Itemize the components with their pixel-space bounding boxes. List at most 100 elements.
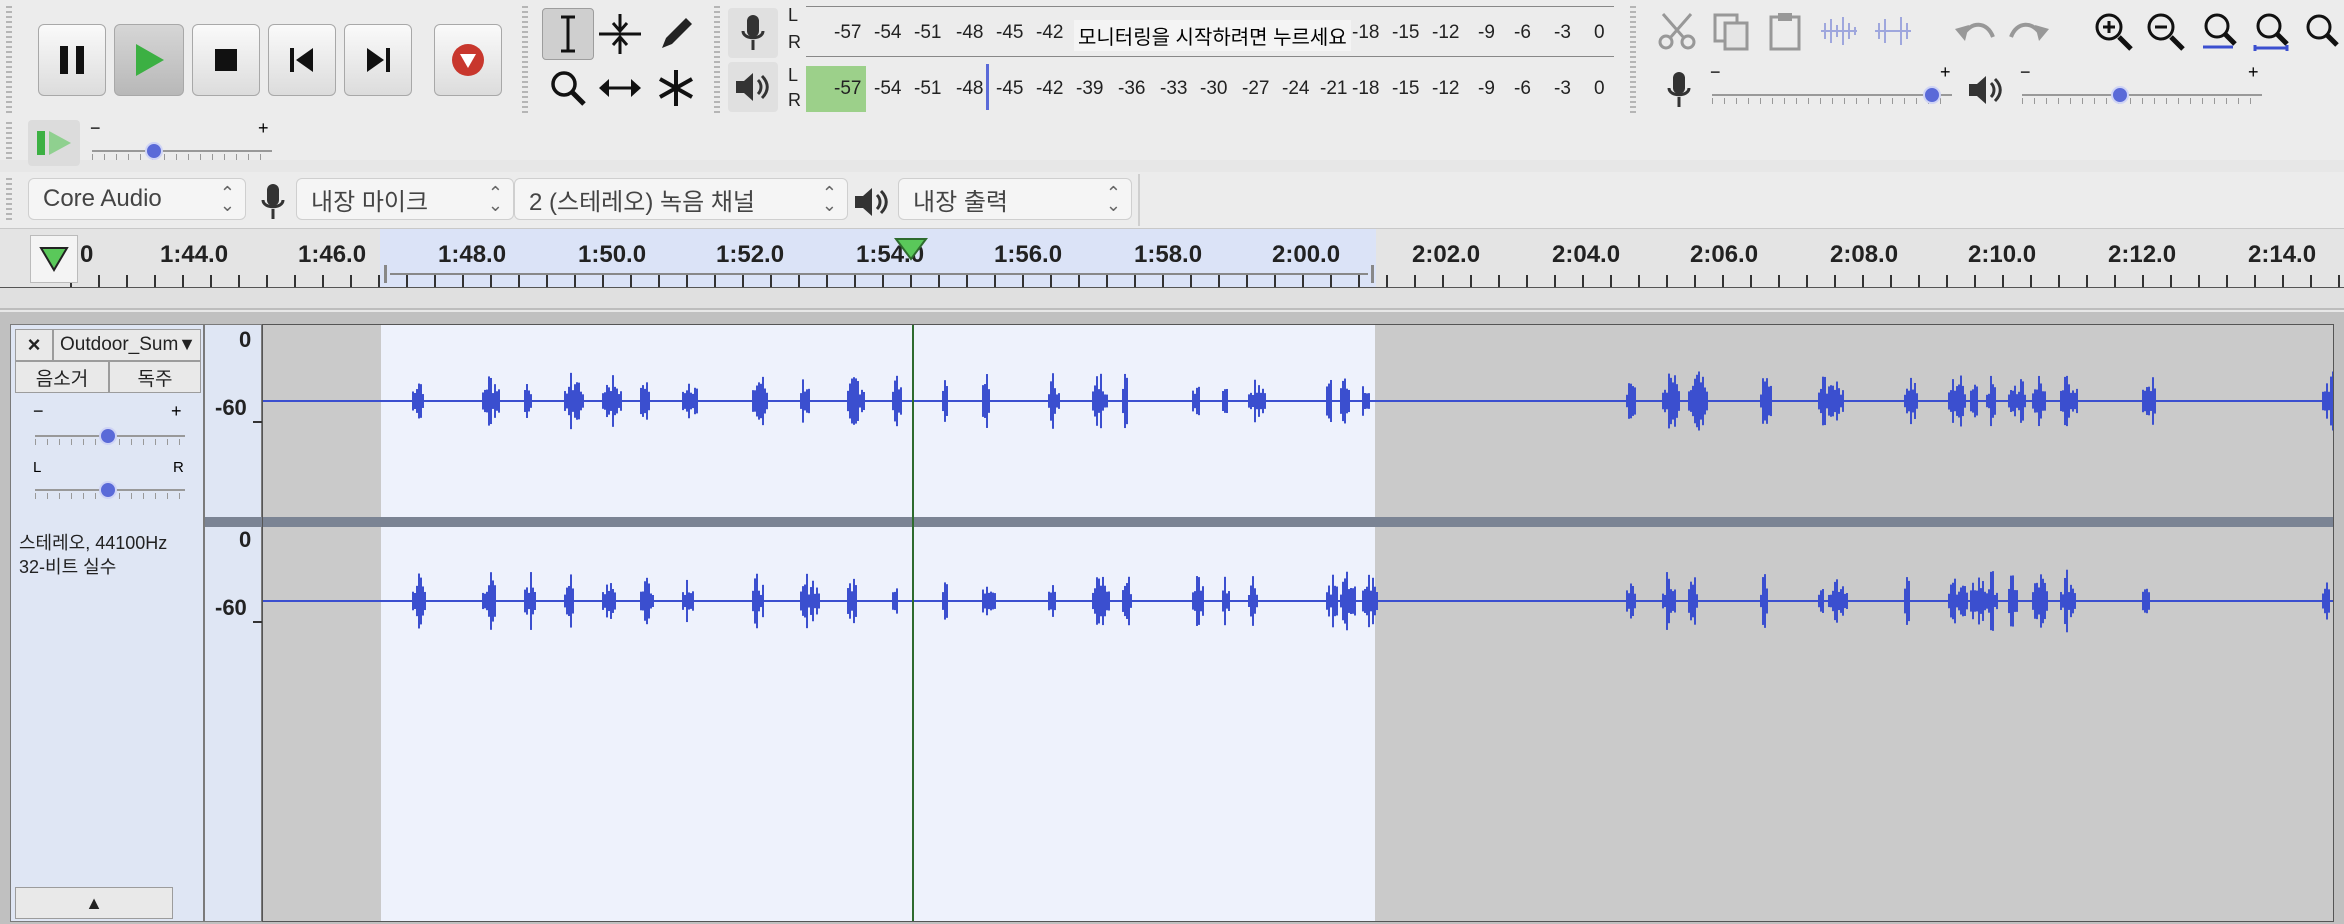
playback-device-select[interactable]: 내장 출력 ⌃ ⌄ [898, 178, 1132, 220]
playhead-marker-icon[interactable] [894, 237, 928, 261]
multi-tool[interactable] [650, 62, 702, 114]
toolbar-grip[interactable] [522, 6, 528, 116]
meter-tick: -18 [1352, 22, 1380, 43]
meter-tick: -12 [1432, 22, 1460, 43]
trim-button[interactable] [1814, 6, 1864, 56]
recording-channels-select[interactable]: 2 (스테레오) 녹음 채널 ⌃ ⌄ [514, 178, 848, 220]
magnifier-icon [551, 71, 586, 106]
toolbar-grip[interactable] [6, 6, 12, 116]
toolbar-grip[interactable] [6, 178, 12, 222]
redo-icon [2009, 22, 2049, 41]
skip-to-end-button[interactable] [344, 24, 412, 96]
ruler-label: 2:06.0 [1690, 241, 1759, 268]
meter-tick: -51 [914, 22, 942, 43]
timeline-ruler[interactable]: 0 1:44.0 1:46.0 1:48.0 1:50.0 1:52.0 1:5… [0, 228, 2344, 289]
vertical-ruler[interactable]: 0 -60 0 -60 [204, 324, 263, 922]
solo-button[interactable]: 독주 [109, 361, 201, 393]
waveform-view[interactable] [262, 324, 2334, 922]
play-button[interactable] [114, 24, 184, 96]
record-volume-slider[interactable] [1712, 84, 1952, 106]
timeline-options-button[interactable] [30, 235, 78, 283]
ruler-spacer [0, 288, 2344, 310]
recording-device-select[interactable]: 내장 마이크 ⌃ ⌄ [296, 178, 514, 220]
zoom-out-button[interactable] [2140, 6, 2190, 56]
record-button[interactable] [434, 24, 502, 96]
asterisk-icon [659, 70, 693, 106]
play-meter[interactable]: -57 -54 -51 -48 -45 -42 -39 -36 -33 -30 … [806, 62, 1614, 114]
ruler-label: 2:12.0 [2108, 241, 2177, 268]
microphone-icon [261, 184, 285, 219]
copy-icon [1713, 13, 1749, 51]
toolbar-grip[interactable] [6, 122, 12, 162]
pan-slider[interactable] [35, 479, 185, 501]
ruler-label: 1:48.0 [438, 241, 507, 268]
record-volume-max-label: + [1940, 62, 1951, 82]
audio-host-select[interactable]: Core Audio ⌃ ⌄ [28, 178, 246, 220]
copy-button[interactable] [1706, 6, 1756, 56]
track-format-line1: 스테레오, 44100Hz [19, 533, 168, 553]
ruler-label: 2:00.0 [1272, 241, 1341, 268]
recording-device-value: 내장 마이크 [311, 188, 429, 216]
ruler-label: 2:14.0 [2248, 241, 2317, 268]
track-close-button[interactable]: × [15, 329, 53, 361]
toolbar-grip[interactable] [714, 6, 720, 116]
record-meter[interactable]: -57 -54 -51 -48 -45 -42 모니터링을 시작하려면 누르세요… [806, 6, 1614, 58]
fit-project-button[interactable] [2246, 6, 2296, 56]
cut-button[interactable] [1652, 6, 1702, 56]
gain-slider[interactable] [35, 425, 185, 447]
record-meter-right-label: R [788, 32, 801, 52]
solo-label: 독주 [137, 368, 173, 390]
play-meter-button[interactable] [728, 62, 778, 112]
slider-thumb[interactable] [99, 427, 117, 445]
silence-button[interactable] [1868, 6, 1918, 56]
fit-selection-button[interactable] [2194, 6, 2244, 56]
slider-thumb[interactable] [2111, 86, 2129, 104]
collapse-track-button[interactable]: ▲ [15, 887, 173, 919]
zoom-in-button[interactable] [2088, 6, 2138, 56]
play-speed-slider[interactable] [92, 140, 272, 162]
ruler-label: 2:04.0 [1552, 241, 1621, 268]
record-volume-icon [1667, 72, 1691, 107]
play-at-speed-button[interactable] [28, 120, 80, 166]
record-meter-button[interactable] [728, 8, 778, 58]
meter-tick: -12 [1432, 78, 1460, 99]
slider-thumb[interactable] [99, 481, 117, 499]
selection-start-handle[interactable] [384, 265, 394, 283]
playhead-line [912, 325, 914, 921]
selection-tool[interactable] [542, 8, 594, 60]
envelope-tool[interactable] [594, 8, 646, 60]
mute-button[interactable]: 음소거 [15, 361, 109, 393]
speaker-icon [855, 188, 888, 216]
slider-thumb[interactable] [145, 142, 163, 160]
recording-channels-value: 2 (스테레오) 녹음 채널 [529, 188, 755, 216]
slider-thumb[interactable] [1923, 86, 1941, 104]
time-shift-tool[interactable] [594, 62, 646, 114]
skip-to-start-button[interactable] [268, 24, 336, 96]
toolbar-grip[interactable] [1630, 6, 1636, 116]
paste-button[interactable] [1760, 6, 1810, 56]
pause-button[interactable] [38, 24, 106, 96]
ruler-label: 2:08.0 [1830, 241, 1899, 268]
triangle-down-icon [39, 247, 69, 272]
zoom-toggle-button[interactable] [2298, 6, 2344, 56]
play-volume-slider[interactable] [2022, 84, 2262, 106]
toolbar-area: L R L R -57 -54 -51 -48 -45 -42 모니터링을 시작… [0, 0, 2344, 166]
selection-end-handle[interactable] [1364, 265, 1374, 283]
record-volume-min-label: − [1710, 62, 1721, 82]
stop-button[interactable] [192, 24, 260, 96]
meter-tick: -6 [1514, 78, 1531, 99]
draw-tool[interactable] [650, 8, 702, 60]
selection-range-bar[interactable] [384, 265, 1374, 283]
meter-tick: -36 [1118, 78, 1146, 99]
meter-tick: -21 [1320, 78, 1348, 99]
redo-button[interactable] [2004, 6, 2054, 56]
meter-tick: 0 [1594, 78, 1605, 99]
dropdown-arrow-icon: ▼ [178, 334, 196, 354]
mute-label: 음소거 [35, 368, 89, 390]
track-menu-button[interactable]: Outdoor_Sum ▼ [53, 329, 201, 361]
i-beam-icon [561, 15, 575, 53]
silence-audio-icon [1875, 17, 1911, 45]
zoom-tool[interactable] [542, 62, 594, 114]
undo-button[interactable] [1950, 6, 2000, 56]
meter-tick: -51 [914, 78, 942, 99]
